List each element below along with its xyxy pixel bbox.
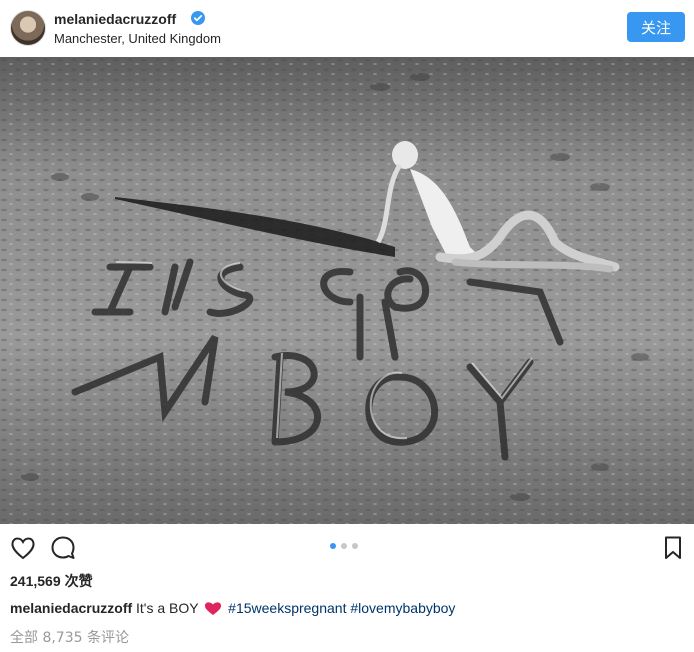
- likes-unit: 次赞: [64, 574, 93, 590]
- view-all-comments-link[interactable]: 全部 8,735 条评论: [10, 627, 129, 647]
- bookmark-icon[interactable]: [659, 534, 687, 562]
- username[interactable]: melaniedacruzzoff: [54, 11, 176, 27]
- post-header: melaniedacruzzoff Manchester, United Kin…: [0, 0, 694, 57]
- hashtag-link[interactable]: #15weekspregnant: [228, 600, 346, 616]
- carousel-indicator: [330, 543, 358, 549]
- heart-outline-icon[interactable]: [9, 534, 37, 562]
- likes-count[interactable]: 241,569 次赞: [10, 571, 93, 591]
- caption-text: It's a BOY: [136, 600, 199, 616]
- action-bar: [0, 524, 694, 570]
- avatar[interactable]: [10, 10, 46, 46]
- verified-badge-icon: [191, 11, 205, 25]
- follow-button[interactable]: 关注: [627, 12, 685, 42]
- carousel-dot: [330, 543, 336, 549]
- speech-bubble-icon[interactable]: [49, 534, 77, 562]
- beach-photo: [0, 57, 694, 524]
- location-link[interactable]: Manchester, United Kingdom: [54, 31, 221, 46]
- red-heart-icon: [205, 602, 222, 615]
- post-photo[interactable]: [0, 57, 694, 524]
- caption-username[interactable]: melaniedacruzzoff: [10, 600, 132, 616]
- hashtag-link[interactable]: #lovemybabyboy: [350, 600, 455, 616]
- likes-number: 241,569: [10, 573, 61, 589]
- carousel-dot: [341, 543, 347, 549]
- carousel-dot: [352, 543, 358, 549]
- caption: melaniedacruzzoff It's a BOY #15weekspre…: [10, 600, 455, 616]
